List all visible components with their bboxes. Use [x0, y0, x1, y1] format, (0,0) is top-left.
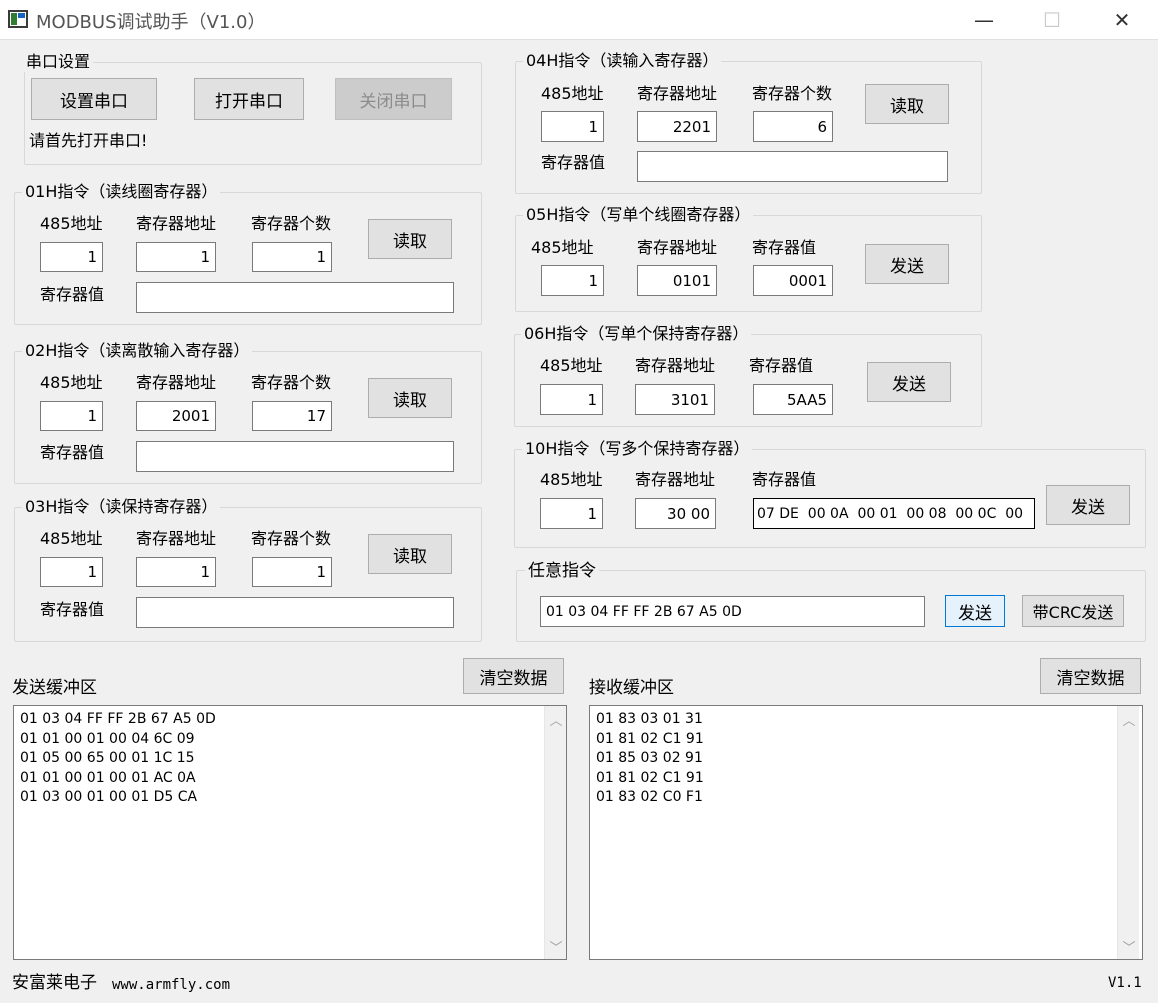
recv-buffer-label: 接收缓冲区	[589, 678, 674, 698]
cmd10-reg-value-input[interactable]	[753, 498, 1035, 529]
recv-buffer-clear-button[interactable]: 清空数据	[1040, 658, 1141, 694]
cmd05-reg-addr-input[interactable]	[637, 265, 717, 296]
cmd02-reg-addr-input[interactable]	[136, 401, 216, 431]
footer-url: www.armfly.com	[112, 977, 231, 993]
cmd02-read-button[interactable]: 读取	[368, 378, 452, 418]
cmd10-reg-value-label: 寄存器值	[752, 470, 817, 489]
cmd04-reg-count-input[interactable]	[753, 111, 833, 142]
minimize-icon: —	[974, 8, 994, 32]
setup-serial-button[interactable]: 设置串口	[31, 78, 157, 120]
cmd06-send-button[interactable]: 发送	[867, 362, 951, 402]
cmd03-addr485-input[interactable]	[40, 557, 103, 587]
cmd10-send-button[interactable]: 发送	[1046, 485, 1130, 525]
open-serial-button[interactable]: 打开串口	[194, 78, 304, 120]
cmd04-reg-count-label: 寄存器个数	[752, 84, 833, 103]
cmd03-addr485-label: 485地址	[40, 529, 103, 548]
cmd10-reg-addr-input[interactable]	[635, 498, 716, 529]
cmd04-reg-value-label: 寄存器值	[541, 153, 606, 172]
cmd04-addr485-input[interactable]	[541, 111, 604, 142]
cmd02-legend: 02H指令（读离散输入寄存器）	[22, 341, 253, 361]
title-bar: MODBUS调试助手（V1.0） — ☐ ✕	[0, 0, 1158, 40]
cmd01-reg-count-label: 寄存器个数	[251, 214, 332, 233]
cmd04-reg-addr-input[interactable]	[637, 111, 717, 142]
cmd06-addr485-input[interactable]	[540, 384, 603, 415]
maximize-button: ☐	[1024, 0, 1080, 40]
cmd03-reg-count-label: 寄存器个数	[251, 529, 332, 548]
recv-buffer-scrollbar[interactable]: ︿ ﹀	[1117, 706, 1139, 959]
close-serial-button: 关闭串口	[335, 78, 452, 120]
any-command-legend: 任意指令	[525, 561, 599, 581]
cmd06-reg-addr-input[interactable]	[635, 384, 715, 415]
cmd04-legend: 04H指令（读输入寄存器）	[523, 51, 722, 71]
send-buffer-textarea[interactable]: 01 03 04 FF FF 2B 67 A5 0D 01 01 00 01 0…	[13, 705, 567, 960]
cmd06-addr485-label: 485地址	[540, 356, 603, 375]
window-title: MODBUS调试助手（V1.0）	[36, 12, 266, 33]
footer-company: 安富莱电子	[12, 973, 97, 993]
cmd01-reg-value-label: 寄存器值	[40, 285, 105, 304]
serial-settings-legend: 串口设置	[23, 52, 94, 72]
cmd05-addr485-input[interactable]	[541, 265, 604, 296]
cmd02-reg-count-input[interactable]	[252, 401, 332, 431]
cmd01-legend: 01H指令（读线圈寄存器）	[22, 182, 221, 202]
footer-version: V1.1	[1108, 975, 1142, 991]
send-buffer-scrollbar[interactable]: ︿ ﹀	[544, 706, 566, 959]
any-command-crc-send-button[interactable]: 带CRC发送	[1022, 595, 1124, 627]
recv-buffer-textarea[interactable]: 01 83 03 01 31 01 81 02 C1 91 01 85 03 0…	[589, 705, 1143, 960]
serial-status-text: 请首先打开串口!	[29, 131, 148, 150]
cmd03-legend: 03H指令（读保持寄存器）	[22, 497, 221, 517]
cmd02-reg-count-label: 寄存器个数	[251, 373, 332, 392]
close-icon: ✕	[1113, 8, 1131, 32]
cmd05-reg-addr-label: 寄存器地址	[637, 238, 718, 257]
cmd03-read-button[interactable]: 读取	[368, 534, 452, 574]
scroll-down-icon[interactable]: ﹀	[1118, 937, 1140, 956]
cmd01-reg-value-field[interactable]	[136, 282, 454, 313]
cmd03-reg-count-input[interactable]	[252, 557, 332, 587]
cmd06-reg-value-input[interactable]	[753, 384, 833, 415]
cmd01-addr485-input[interactable]	[40, 242, 103, 272]
cmd06-legend: 06H指令（写单个保持寄存器）	[521, 324, 752, 344]
minimize-button[interactable]: —	[956, 0, 1012, 40]
scroll-down-icon[interactable]: ﹀	[545, 937, 567, 956]
cmd06-reg-addr-label: 寄存器地址	[635, 356, 716, 375]
cmd04-addr485-label: 485地址	[541, 84, 604, 103]
cmd04-reg-addr-label: 寄存器地址	[637, 84, 718, 103]
cmd01-reg-addr-label: 寄存器地址	[136, 214, 217, 233]
app-icon	[8, 10, 28, 28]
cmd01-reg-addr-input[interactable]	[136, 242, 216, 272]
cmd04-reg-value-field[interactable]	[637, 151, 948, 182]
cmd02-reg-addr-label: 寄存器地址	[136, 373, 217, 392]
cmd05-reg-value-input[interactable]	[753, 265, 833, 296]
cmd05-legend: 05H指令（写单个线圈寄存器）	[523, 205, 754, 225]
any-command-send-button[interactable]: 发送	[945, 595, 1005, 627]
cmd02-reg-value-label: 寄存器值	[40, 443, 105, 462]
cmd01-addr485-label: 485地址	[40, 214, 103, 233]
cmd03-reg-value-field[interactable]	[136, 597, 454, 628]
send-buffer-clear-button[interactable]: 清空数据	[463, 658, 564, 694]
cmd01-reg-count-input[interactable]	[252, 242, 332, 272]
cmd02-addr485-label: 485地址	[40, 373, 103, 392]
cmd10-reg-addr-label: 寄存器地址	[635, 470, 716, 489]
cmd10-addr485-input[interactable]	[540, 498, 603, 529]
maximize-icon: ☐	[1043, 8, 1061, 32]
cmd06-reg-value-label: 寄存器值	[749, 356, 814, 375]
cmd04-read-button[interactable]: 读取	[865, 84, 949, 124]
cmd05-send-button[interactable]: 发送	[865, 244, 949, 284]
cmd10-legend: 10H指令（写多个保持寄存器）	[522, 439, 753, 459]
cmd10-addr485-label: 485地址	[540, 470, 603, 489]
close-window-button[interactable]: ✕	[1094, 0, 1150, 40]
send-buffer-label: 发送缓冲区	[12, 678, 97, 698]
cmd05-addr485-label: 485地址	[531, 238, 594, 257]
cmd05-reg-value-label: 寄存器值	[752, 238, 817, 257]
any-command-input[interactable]	[540, 596, 925, 627]
cmd01-read-button[interactable]: 读取	[368, 219, 452, 259]
cmd03-reg-value-label: 寄存器值	[40, 600, 105, 619]
cmd03-reg-addr-input[interactable]	[136, 557, 216, 587]
cmd02-reg-value-field[interactable]	[136, 441, 454, 472]
cmd02-addr485-input[interactable]	[40, 401, 103, 431]
cmd03-reg-addr-label: 寄存器地址	[136, 529, 217, 548]
scroll-up-icon[interactable]: ︿	[545, 710, 567, 729]
scroll-up-icon[interactable]: ︿	[1118, 710, 1140, 729]
